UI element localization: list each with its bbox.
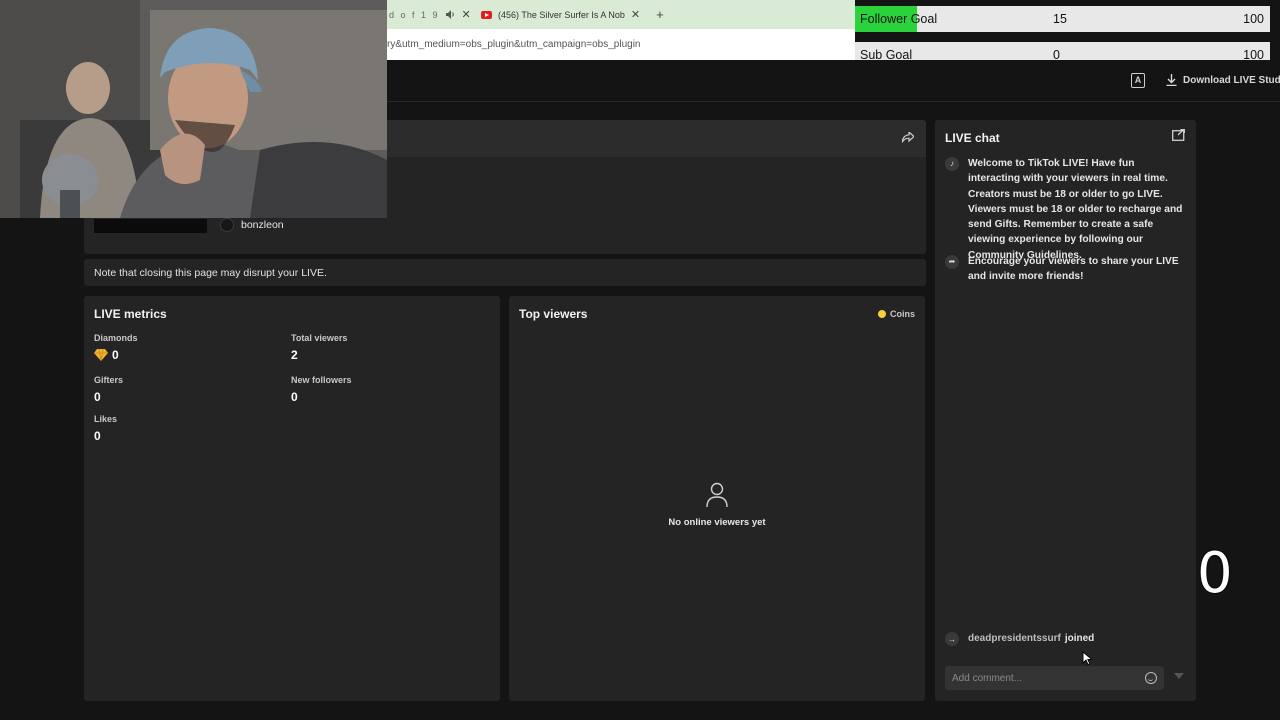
- joined-username[interactable]: deadpresidentssurf: [968, 633, 1061, 644]
- share-icon: ➦: [945, 255, 959, 269]
- live-chat-panel: LIVE chat ♪ Welcome to TikTok LIVE! Have…: [935, 120, 1196, 701]
- metric-value: 0: [291, 390, 298, 404]
- url-text: ry&utm_medium=obs_plugin&utm_campaign=ob…: [387, 39, 641, 50]
- share-text: Encourage your viewers to share your LIV…: [968, 256, 1179, 283]
- metrics-title: LIVE metrics: [94, 307, 167, 321]
- tab-title: (456) The Silver Surfer Is A Nob: [498, 9, 625, 20]
- metric-label: Gifters: [94, 375, 124, 385]
- metric-value: 0: [94, 390, 101, 404]
- metric-likes: Likes 0: [94, 414, 117, 443]
- share-icon[interactable]: [902, 132, 914, 143]
- chat-message-share: ➦ Encourage your viewers to share your L…: [945, 254, 1185, 285]
- empty-viewers-state: No online viewers yet: [509, 482, 925, 528]
- translate-icon[interactable]: A: [1131, 73, 1145, 88]
- popout-icon[interactable]: [1172, 129, 1185, 141]
- metric-label: Diamonds: [94, 333, 138, 343]
- joined-text: joined: [1064, 633, 1095, 644]
- webcam-overlay: [0, 0, 387, 218]
- tiktok-icon: ♪: [945, 157, 959, 171]
- metric-new-followers: New followers 0: [291, 375, 352, 404]
- metric-value: 0: [94, 348, 138, 362]
- empty-viewers-text: No online viewers yet: [668, 517, 766, 528]
- follower-goal-label: Follower Goal: [860, 12, 938, 26]
- metric-gifters: Gifters 0: [94, 375, 123, 404]
- top-viewers-title: Top viewers: [519, 307, 588, 321]
- metric-value: 2: [291, 348, 298, 362]
- youtube-icon: [481, 10, 492, 19]
- address-bar[interactable]: ry&utm_medium=obs_plugin&utm_campaign=ob…: [387, 29, 855, 60]
- browser-tab-youtube[interactable]: (456) The Silver Surfer Is A Nob ✕: [481, 8, 640, 21]
- warning-text: Note that closing this page may disrupt …: [94, 266, 327, 279]
- chat-join-event: → deadpresidentssurf joined: [945, 631, 1094, 646]
- diamonds-count: 0: [112, 348, 119, 362]
- speaker-icon: [445, 10, 454, 19]
- metric-diamonds: Diamonds 0: [94, 333, 138, 362]
- welcome-text: Welcome to TikTok LIVE! Have fun interac…: [968, 158, 1183, 261]
- coins-label: Coins: [889, 309, 915, 319]
- new-tab-icon[interactable]: +: [656, 7, 664, 22]
- follower-goal-value: 15: [1053, 12, 1067, 26]
- download-label: Download LIVE Studi: [1183, 74, 1280, 86]
- person-icon: [706, 482, 728, 508]
- metric-value: 0: [94, 429, 101, 443]
- follower-goal-bar: Follower Goal 15 100: [855, 6, 1270, 32]
- chat-message-welcome: ♪ Welcome to TikTok LIVE! Have fun inter…: [945, 156, 1185, 263]
- streamer-username: bonzleon: [241, 219, 284, 231]
- chat-title: LIVE chat: [945, 131, 1000, 145]
- follower-goal-target: 100: [1243, 12, 1264, 26]
- browser-window: d o f 1 9 ✕ (456) The Silver Surfer Is A…: [387, 0, 855, 60]
- diamond-icon: [94, 349, 108, 361]
- browser-tab-strip: d o f 1 9 ✕ (456) The Silver Surfer Is A…: [387, 0, 855, 29]
- coins-toggle[interactable]: Coins: [877, 309, 915, 319]
- live-metrics-panel: LIVE metrics Diamonds 0 Total viewers 2 …: [84, 296, 500, 701]
- send-icon[interactable]: [1174, 673, 1184, 679]
- top-viewers-panel: Top viewers Coins No online viewers yet: [509, 296, 925, 701]
- close-tab-icon[interactable]: ✕: [631, 8, 640, 21]
- metric-label: Total viewers: [291, 333, 348, 343]
- overlay-counter: 0: [1197, 541, 1233, 606]
- comment-input[interactable]: Add comment...: [945, 666, 1164, 690]
- metric-label: Likes: [94, 414, 118, 424]
- avatar: [220, 218, 234, 232]
- download-icon: [1166, 74, 1177, 86]
- streamer-info: bonzleon: [220, 218, 284, 232]
- coin-icon: [877, 310, 886, 318]
- disrupt-warning: Note that closing this page may disrupt …: [84, 259, 926, 286]
- browser-tab[interactable]: d o f 1 9 ✕: [387, 8, 473, 21]
- close-tab-icon[interactable]: ✕: [462, 8, 471, 21]
- metric-total-viewers: Total viewers 2: [291, 333, 347, 362]
- comment-placeholder: Add comment...: [952, 672, 1023, 684]
- metric-label: New followers: [291, 375, 352, 385]
- redacted-title: [94, 219, 207, 233]
- mouse-cursor-icon: [1082, 651, 1092, 665]
- join-icon: →: [945, 632, 959, 646]
- webcam-image: [0, 0, 387, 218]
- emoji-icon[interactable]: [1145, 672, 1157, 684]
- download-live-studio-button[interactable]: Download LIVE Studi: [1166, 74, 1280, 86]
- tab-title: d o f 1 9: [389, 9, 440, 20]
